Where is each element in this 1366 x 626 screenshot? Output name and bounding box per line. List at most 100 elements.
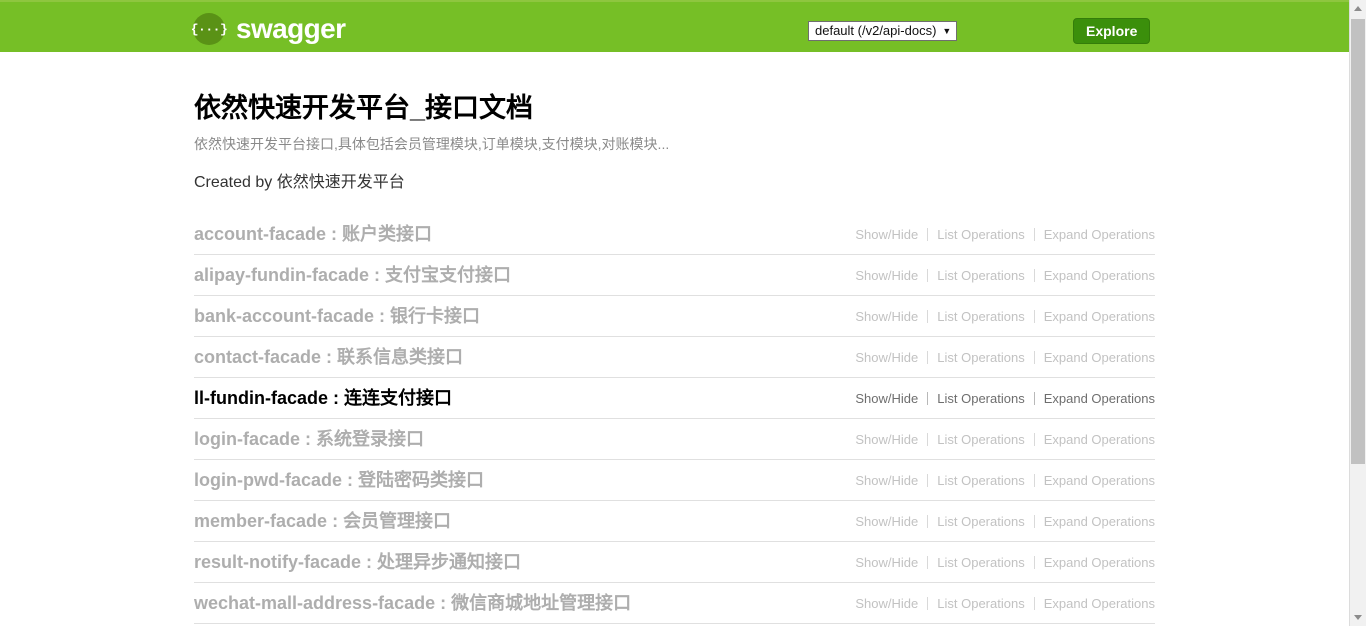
brand-name-label: swagger	[236, 13, 346, 44]
list-operations-link[interactable]: List Operations	[937, 595, 1024, 612]
show-hide-link[interactable]: Show/Hide	[855, 308, 918, 325]
show-hide-link[interactable]: Show/Hide	[855, 226, 918, 243]
show-hide-link[interactable]: Show/Hide	[855, 349, 918, 366]
resource-name: member-facade	[194, 511, 328, 531]
expand-operations-link[interactable]: Expand Operations	[1044, 349, 1155, 366]
expand-operations-link[interactable]: Expand Operations	[1044, 472, 1155, 489]
resource-heading[interactable]: wechat-mall-address-facade : 微信商城地址管理接口	[194, 592, 631, 614]
operations-divider	[927, 350, 929, 364]
list-operations-link[interactable]: List Operations	[937, 308, 1024, 325]
resource-row[interactable]: result-notify-facade : 处理异步通知接口 Show/Hide…	[194, 542, 1155, 583]
show-hide-link[interactable]: Show/Hide	[855, 431, 918, 448]
resource-heading[interactable]: login-pwd-facade : 登陆密码类接口	[194, 469, 484, 491]
expand-operations-link[interactable]: Expand Operations	[1044, 267, 1155, 284]
resource-description: 银行卡接口	[390, 306, 481, 326]
expand-operations-link[interactable]: Expand Operations	[1044, 390, 1155, 407]
resource-heading[interactable]: account-facade : 账户类接口	[194, 223, 432, 245]
show-hide-link[interactable]: Show/Hide	[855, 513, 918, 530]
resource-description: 账户类接口	[342, 224, 433, 244]
scrollbar-thumb[interactable]	[1351, 19, 1365, 464]
resource-name: account-facade	[194, 224, 327, 244]
list-operations-link[interactable]: List Operations	[937, 554, 1024, 571]
resource-name: wechat-mall-address-facade	[194, 593, 436, 613]
resource-name: bank-account-facade	[194, 306, 375, 326]
operations-divider	[927, 391, 929, 405]
resource-separator: :	[321, 347, 338, 367]
resource-row[interactable]: bank-account-facade : 银行卡接口 Show/Hide List…	[194, 296, 1155, 337]
expand-operations-link[interactable]: Expand Operations	[1044, 226, 1155, 243]
resource-row[interactable]: alipay-fundin-facade : 支付宝支付接口 Show/Hide L…	[194, 255, 1155, 296]
resource-heading[interactable]: ll-fundin-facade : 连连支付接口	[194, 387, 452, 409]
operations-divider	[927, 514, 929, 528]
show-hide-link[interactable]: Show/Hide	[855, 390, 918, 407]
resource-name: login-pwd-facade	[194, 470, 342, 490]
resource-list: account-facade : 账户类接口 Show/Hide List Oper…	[194, 214, 1155, 626]
vertical-scrollbar[interactable]	[1349, 0, 1366, 626]
created-by-label: Created by 依然快速开发平台	[194, 174, 405, 191]
scroll-up-arrow-icon[interactable]	[1350, 0, 1366, 17]
scroll-down-arrow-icon[interactable]	[1350, 609, 1366, 626]
list-operations-link[interactable]: List Operations	[937, 431, 1024, 448]
resource-separator: :	[435, 593, 452, 613]
operations-divider	[927, 473, 929, 487]
page-title: 依然快速开发平台_接口文档	[194, 93, 534, 123]
resource-name: login-facade	[194, 429, 301, 449]
list-operations-link[interactable]: List Operations	[937, 472, 1024, 489]
resource-separator: :	[327, 511, 344, 531]
resource-row[interactable]: account-facade : 账户类接口 Show/Hide List Oper…	[194, 214, 1155, 255]
swagger-brand[interactable]: {···} swagger	[191, 13, 346, 45]
show-hide-link[interactable]: Show/Hide	[855, 267, 918, 284]
list-operations-link[interactable]: List Operations	[937, 390, 1024, 407]
resource-separator: :	[300, 429, 317, 449]
list-operations-link[interactable]: List Operations	[937, 267, 1024, 284]
resource-row[interactable]: contact-facade : 联系信息类接口 Show/Hide List Op…	[194, 337, 1155, 378]
page-description: 依然快速开发平台接口,具体包括会员管理模块,订单模块,支付模块,对账模块...	[194, 136, 670, 152]
resource-separator: :	[342, 470, 358, 490]
list-operations-link[interactable]: List Operations	[937, 349, 1024, 366]
list-operations-link[interactable]: List Operations	[937, 226, 1024, 243]
show-hide-link[interactable]: Show/Hide	[855, 595, 918, 612]
expand-operations-link[interactable]: Expand Operations	[1044, 308, 1155, 325]
operations-divider	[1033, 555, 1035, 569]
expand-operations-link[interactable]: Expand Operations	[1044, 595, 1155, 612]
swagger-braces-icon: {···}	[191, 13, 228, 45]
resource-heading[interactable]: member-facade : 会员管理接口	[194, 510, 451, 532]
operations-divider	[1033, 391, 1035, 405]
operations-divider	[1033, 514, 1035, 528]
operations-divider	[927, 309, 929, 323]
resource-separator: :	[361, 552, 378, 572]
expand-operations-link[interactable]: Expand Operations	[1044, 513, 1155, 530]
resource-row[interactable]: ll-fundin-facade : 连连支付接口 Show/Hide List O…	[194, 378, 1155, 419]
expand-operations-link[interactable]: Expand Operations	[1044, 431, 1155, 448]
resource-row[interactable]: login-facade : 系统登录接口 Show/Hide List Opera…	[194, 419, 1155, 460]
show-hide-link[interactable]: Show/Hide	[855, 472, 918, 489]
resource-row[interactable]: wechat-mall-address-facade : 微信商城地址管理接口 S…	[194, 583, 1155, 624]
resource-heading[interactable]: contact-facade : 联系信息类接口	[194, 346, 463, 368]
resource-name: contact-facade	[194, 347, 322, 367]
resource-separator: :	[374, 306, 391, 326]
resource-description: 系统登录接口	[316, 429, 425, 449]
expand-operations-link[interactable]: Expand Operations	[1044, 554, 1155, 571]
resource-heading[interactable]: bank-account-facade : 银行卡接口	[194, 305, 480, 327]
show-hide-link[interactable]: Show/Hide	[855, 554, 918, 571]
resource-operations: Show/Hide List Operations Expand Operation…	[855, 513, 1155, 530]
swagger-topbar: {···} swagger default (/v2/api-docs) ▼ E…	[0, 0, 1349, 52]
operations-divider	[927, 432, 929, 446]
resource-heading[interactable]: alipay-fundin-facade : 支付宝支付接口	[194, 264, 511, 286]
resource-operations: Show/Hide List Operations Expand Operation…	[855, 472, 1155, 489]
resource-name: alipay-fundin-facade	[194, 265, 370, 285]
explore-button[interactable]: Explore	[1073, 18, 1151, 44]
resource-separator: :	[326, 224, 343, 244]
resource-name: ll-fundin-facade	[194, 388, 328, 408]
list-operations-link[interactable]: List Operations	[937, 513, 1024, 530]
resource-heading[interactable]: login-facade : 系统登录接口	[194, 428, 424, 450]
resource-row[interactable]: login-pwd-facade : 登陆密码类接口 Show/Hide List …	[194, 460, 1155, 501]
resource-row[interactable]: member-facade : 会员管理接口 Show/Hide List Oper…	[194, 501, 1155, 542]
arrow-up-glyph	[1354, 6, 1362, 11]
operations-divider	[1033, 309, 1035, 323]
resource-name: result-notify-facade	[194, 552, 362, 572]
resource-description: 微信商城地址管理接口	[451, 593, 632, 613]
resource-operations: Show/Hide List Operations Expand Operation…	[855, 554, 1155, 571]
resource-heading[interactable]: result-notify-facade : 处理异步通知接口	[194, 551, 521, 573]
api-docs-url-select[interactable]: default (/v2/api-docs) ▼	[808, 21, 958, 41]
